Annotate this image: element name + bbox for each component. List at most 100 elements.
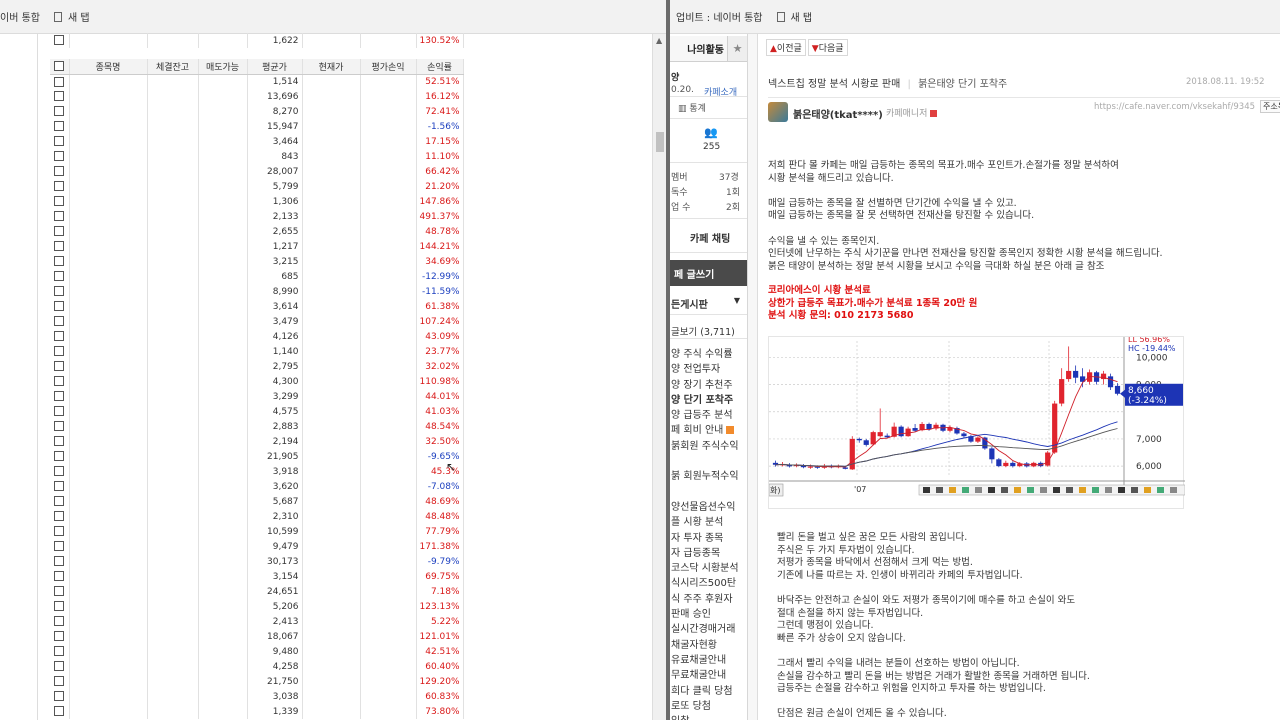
board-item[interactable]: 양 전업투자 [671, 360, 747, 375]
row-checkbox[interactable] [50, 464, 70, 479]
checkbox[interactable] [54, 91, 65, 102]
row-checkbox[interactable] [50, 224, 70, 239]
prev-post-button[interactable]: ▲이전글 [766, 39, 806, 56]
checkbox[interactable] [54, 196, 65, 207]
checkbox[interactable] [54, 451, 65, 462]
checkbox[interactable] [54, 646, 65, 657]
board-item[interactable]: 양 단기 포착주 [671, 391, 747, 406]
row-checkbox[interactable] [50, 434, 70, 449]
col-balance[interactable]: 체결잔고 [147, 59, 199, 75]
board-item[interactable]: 무료채굴안내 [671, 666, 747, 681]
avatar[interactable] [768, 102, 788, 122]
checkbox[interactable] [54, 76, 65, 87]
board-item[interactable]: 양 주식 수익률 [671, 345, 747, 360]
checkbox[interactable] [54, 226, 65, 237]
row-checkbox[interactable] [50, 134, 70, 149]
checkbox[interactable] [54, 661, 65, 672]
checkbox[interactable] [54, 286, 65, 297]
board-item[interactable]: 판매 승인 [671, 605, 747, 620]
checkbox[interactable] [54, 436, 65, 447]
checkbox[interactable] [54, 301, 65, 312]
row-checkbox[interactable] [50, 629, 70, 644]
row-checkbox[interactable] [50, 524, 70, 539]
checkbox[interactable] [54, 166, 65, 177]
row-checkbox[interactable] [50, 404, 70, 419]
tab-upbit-search[interactable]: 업비트 : 네이버 통합 [676, 9, 763, 24]
row-checkbox[interactable] [50, 494, 70, 509]
board-item[interactable]: 자 투자 종목 [671, 529, 747, 544]
checkbox[interactable] [54, 331, 65, 342]
all-posts-link[interactable]: 글보기 (3,711) [671, 324, 735, 338]
left-scrollbar[interactable]: ▲ [652, 34, 666, 720]
checkbox[interactable] [54, 676, 65, 687]
row-checkbox[interactable] [50, 164, 70, 179]
checkbox[interactable] [54, 61, 65, 71]
checkbox[interactable] [54, 571, 65, 582]
checkbox[interactable] [54, 241, 65, 252]
checkbox[interactable] [54, 421, 65, 432]
checkbox[interactable] [54, 121, 65, 132]
row-checkbox[interactable] [50, 449, 70, 464]
checkbox[interactable] [54, 256, 65, 267]
checkbox[interactable] [54, 541, 65, 552]
checkbox[interactable] [54, 526, 65, 537]
board-item[interactable]: 로또 당첨 [671, 697, 747, 712]
row-checkbox[interactable] [50, 599, 70, 614]
stats-link[interactable]: ▥ 통계 [678, 101, 706, 114]
row-checkbox[interactable] [50, 344, 70, 359]
scroll-up-icon[interactable]: ▲ [656, 36, 662, 45]
checkbox[interactable] [54, 376, 65, 387]
tab-new-tab[interactable]: 새 탭 [776, 9, 812, 24]
col-eval-pl[interactable]: 평가손익 [360, 59, 417, 75]
row-checkbox[interactable] [50, 539, 70, 554]
cafe-chat-button[interactable]: 카페 채팅 [690, 230, 730, 245]
board-item[interactable]: 코스닥 시황분석 [671, 559, 747, 574]
checkbox[interactable] [54, 391, 65, 402]
sidebar-scrollbar[interactable] [748, 34, 758, 720]
row-checkbox[interactable] [50, 269, 70, 284]
board-item[interactable]: 페 회비 안내 [671, 421, 747, 436]
row-checkbox[interactable] [50, 299, 70, 314]
row-checkbox[interactable] [50, 179, 70, 194]
checkbox[interactable] [54, 511, 65, 522]
row-checkbox[interactable] [50, 569, 70, 584]
author-name[interactable]: 붉은태양(tkat****) [793, 106, 883, 121]
col-current-price[interactable]: 현재가 [302, 59, 361, 75]
row-checkbox[interactable] [50, 89, 70, 104]
checkbox[interactable] [54, 271, 65, 282]
board-item[interactable]: 입찰 [671, 712, 747, 720]
row-checkbox[interactable] [50, 419, 70, 434]
board-item[interactable]: 식 주주 후원자 [671, 590, 747, 605]
row-checkbox[interactable] [50, 104, 70, 119]
board-item[interactable]: 채굴자현황 [671, 636, 747, 651]
row-checkbox[interactable] [50, 374, 70, 389]
header-checkbox[interactable] [50, 59, 70, 75]
row-checkbox[interactable] [50, 479, 70, 494]
row-checkbox[interactable] [50, 614, 70, 629]
row-checkbox[interactable] [50, 584, 70, 599]
col-avg-price[interactable]: 평균가 [247, 59, 303, 75]
checkbox[interactable] [54, 211, 65, 222]
post-url[interactable]: https://cafe.naver.com/vksekahf/9345 [1094, 102, 1255, 112]
board-item[interactable]: 유료채굴안내 [671, 651, 747, 666]
row-checkbox[interactable] [50, 74, 70, 89]
board-item[interactable]: 실시간경매거래 [671, 620, 747, 635]
checkbox[interactable] [54, 556, 65, 567]
col-return-rate[interactable]: 손익률 [416, 59, 464, 75]
checkbox[interactable] [54, 181, 65, 192]
row-checkbox[interactable] [50, 644, 70, 659]
checkbox[interactable] [54, 691, 65, 702]
checkbox[interactable] [54, 601, 65, 612]
row-checkbox[interactable] [50, 359, 70, 374]
board-item[interactable]: 붉회원 주식수익 [671, 437, 747, 452]
row-checkbox[interactable] [50, 674, 70, 689]
row-checkbox[interactable] [50, 689, 70, 704]
row-checkbox[interactable] [50, 704, 70, 719]
tab-my-activity[interactable]: 나의활동 [670, 36, 727, 61]
board-item[interactable]: 희다 클릭 당첨 [671, 682, 747, 697]
row-checkbox[interactable] [50, 329, 70, 344]
col-sellable[interactable]: 매도가능 [198, 59, 248, 75]
board-item[interactable]: 양선물옵션수익 [671, 498, 747, 513]
next-post-button[interactable]: ▼다음글 [807, 39, 848, 56]
row-checkbox[interactable] [50, 554, 70, 569]
